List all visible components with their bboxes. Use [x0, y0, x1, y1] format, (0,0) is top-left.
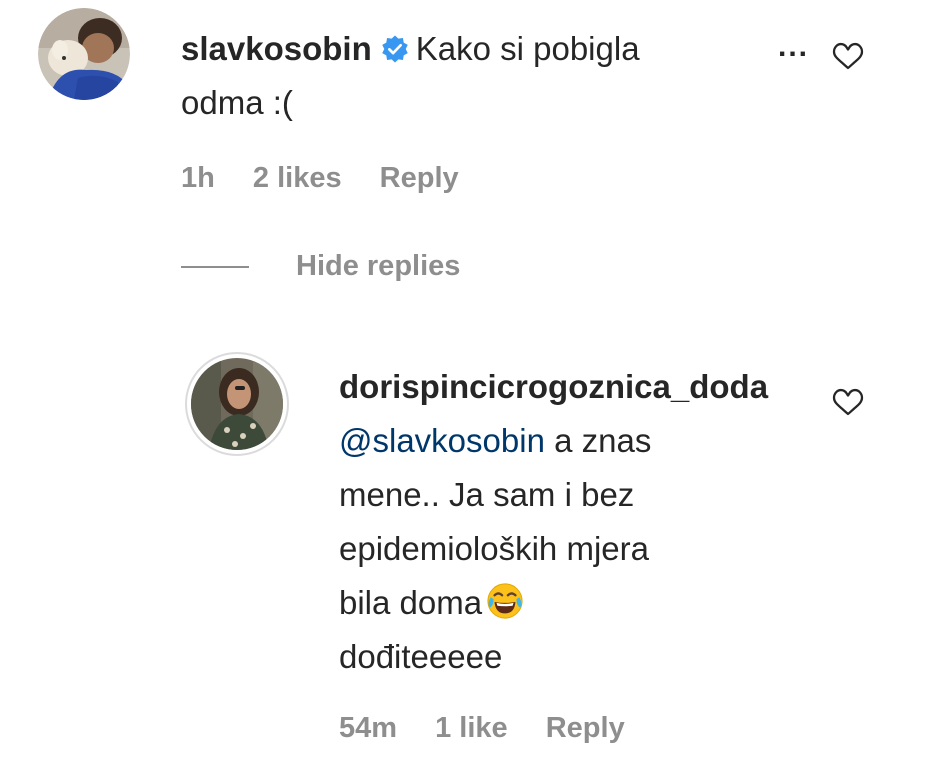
mention-link[interactable]: @slavkosobin — [339, 422, 545, 459]
more-options-button[interactable]: ... — [778, 30, 809, 64]
comment-body-line2: odma :( — [181, 84, 293, 121]
reply-like-heart-icon[interactable] — [831, 386, 865, 418]
reply-body-line5: dođiteeeee — [339, 638, 503, 675]
reply-time[interactable]: 54m — [339, 712, 397, 744]
reply-meta: 54m 1 like Reply — [339, 712, 655, 745]
reply-avatar[interactable] — [185, 352, 289, 456]
like-heart-icon[interactable] — [831, 40, 865, 72]
comment-body-line1: Kako si pobigla — [415, 30, 640, 67]
divider-line — [181, 265, 249, 268]
reply-button[interactable]: Reply — [380, 162, 459, 194]
avatar[interactable] — [38, 8, 130, 100]
hide-replies-button[interactable]: Hide replies — [181, 250, 460, 283]
reply-reply-button[interactable]: Reply — [546, 712, 625, 744]
face-with-tears-of-joy-icon — [487, 583, 523, 619]
comment-likes[interactable]: 2 likes — [253, 162, 342, 194]
reply-body-line2: mene.. Ja sam i bez — [339, 476, 635, 513]
comment-meta: 1h 2 likes Reply — [181, 162, 489, 195]
reply-likes[interactable]: 1 like — [435, 712, 508, 744]
reply-text: dorispincicrogoznica_doda @slavkosobin a… — [339, 360, 839, 684]
comments-panel: slavkosobin Kako si pobigla odma :( ... … — [0, 0, 940, 765]
reply-body-line3: epidemioloških mjera — [339, 530, 649, 567]
reply-username[interactable]: dorispincicrogoznica_doda — [339, 368, 768, 405]
comment-username[interactable]: slavkosobin — [181, 30, 372, 67]
comment-text: slavkosobin Kako si pobigla odma :( — [181, 22, 741, 130]
reply-body-line1: a znas — [544, 422, 652, 459]
hide-replies-label: Hide replies — [296, 250, 461, 282]
reply-body-line4: bila doma — [339, 584, 483, 621]
verified-badge-icon — [381, 35, 408, 63]
comment-time[interactable]: 1h — [181, 162, 215, 194]
